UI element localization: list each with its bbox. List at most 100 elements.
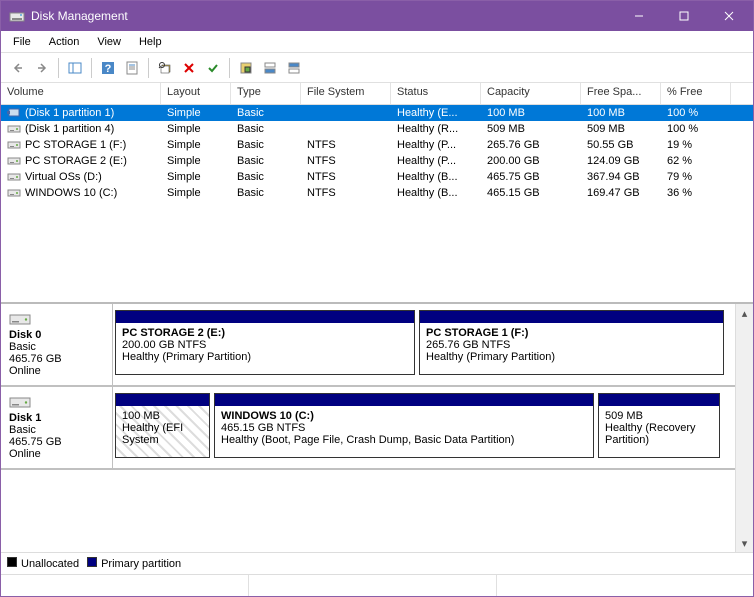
statusbar	[1, 574, 753, 596]
scroll-down-icon[interactable]: ▾	[736, 534, 754, 552]
partition-status: Healthy (Primary Partition)	[426, 351, 717, 363]
menu-file[interactable]: File	[5, 34, 39, 50]
volume-list-pane[interactable]: Volume Layout Type File System Status Ca…	[1, 83, 753, 303]
menu-action[interactable]: Action	[41, 34, 88, 50]
delete-button[interactable]	[178, 57, 200, 79]
volume-free: 100 MB	[581, 107, 661, 119]
volume-layout: Simple	[161, 155, 231, 167]
disk-info[interactable]: Disk 0Basic465.76 GBOnline	[1, 304, 113, 385]
drive-icon	[7, 141, 21, 153]
mark-button[interactable]	[202, 57, 224, 79]
volume-type: Basic	[231, 107, 301, 119]
disk-row: Disk 0Basic465.76 GBOnlinePC STORAGE 2 (…	[1, 304, 735, 387]
volume-row[interactable]: (Disk 1 partition 4)SimpleBasicHealthy (…	[1, 121, 753, 137]
partition-header	[116, 311, 414, 323]
volume-capacity: 509 MB	[481, 123, 581, 135]
partition-size: 465.15 GB NTFS	[221, 422, 587, 434]
partition-size: 509 MB	[605, 410, 713, 422]
col-filesystem[interactable]: File System	[301, 83, 391, 104]
drive-icon	[7, 173, 21, 185]
volume-capacity: 100 MB	[481, 107, 581, 119]
partition-status: Healthy (Recovery Partition)	[605, 422, 713, 446]
col-status[interactable]: Status	[391, 83, 481, 104]
disk-list-button[interactable]	[235, 57, 257, 79]
disk-row: Disk 1Basic465.75 GBOnline100 MBHealthy …	[1, 387, 735, 470]
disk-status: Online	[9, 365, 104, 377]
col-volume[interactable]: Volume	[1, 83, 161, 104]
volume-row[interactable]: (Disk 1 partition 1)SimpleBasicHealthy (…	[1, 105, 753, 121]
partition[interactable]: PC STORAGE 1 (F:)265.76 GB NTFSHealthy (…	[419, 310, 724, 375]
properties-button[interactable]	[121, 57, 143, 79]
volume-row[interactable]: PC STORAGE 1 (F:)SimpleBasicNTFSHealthy …	[1, 137, 753, 153]
volume-name: (Disk 1 partition 1)	[25, 107, 114, 119]
volume-row[interactable]: PC STORAGE 2 (E:)SimpleBasicNTFSHealthy …	[1, 153, 753, 169]
menu-view[interactable]: View	[89, 34, 129, 50]
partition-header	[420, 311, 723, 323]
volume-status: Healthy (E...	[391, 107, 481, 119]
disk-graphic[interactable]: Disk 0Basic465.76 GBOnlinePC STORAGE 2 (…	[1, 304, 735, 552]
volume-status: Healthy (B...	[391, 171, 481, 183]
disk-size: 465.75 GB	[9, 436, 104, 448]
col-layout[interactable]: Layout	[161, 83, 231, 104]
volume-free: 509 MB	[581, 123, 661, 135]
titlebar[interactable]: Disk Management	[1, 1, 753, 31]
partition[interactable]: WINDOWS 10 (C:)465.15 GB NTFSHealthy (Bo…	[214, 393, 594, 458]
volume-free: 169.47 GB	[581, 187, 661, 199]
graphical-top-button[interactable]	[259, 57, 281, 79]
partition-header	[215, 394, 593, 406]
volume-free: 367.94 GB	[581, 171, 661, 183]
legend-swatch-primary	[87, 557, 97, 567]
menu-help[interactable]: Help	[131, 34, 170, 50]
volume-pct: 100 %	[661, 107, 731, 119]
partition[interactable]: PC STORAGE 2 (E:)200.00 GB NTFSHealthy (…	[115, 310, 415, 375]
partition-status: Healthy (Boot, Page File, Crash Dump, Ba…	[221, 434, 587, 446]
volume-row[interactable]: Virtual OSs (D:)SimpleBasicNTFSHealthy (…	[1, 169, 753, 185]
partition[interactable]: 509 MBHealthy (Recovery Partition)	[598, 393, 720, 458]
drive-icon	[7, 189, 21, 201]
disk-partitions: PC STORAGE 2 (E:)200.00 GB NTFSHealthy (…	[113, 304, 735, 385]
minimize-button[interactable]	[616, 1, 661, 31]
volume-layout: Simple	[161, 171, 231, 183]
volume-status: Healthy (P...	[391, 139, 481, 151]
back-button[interactable]	[7, 57, 29, 79]
volume-row[interactable]: WINDOWS 10 (C:)SimpleBasicNTFSHealthy (B…	[1, 185, 753, 201]
scroll-up-icon[interactable]: ▴	[736, 304, 754, 322]
vertical-scrollbar[interactable]: ▴ ▾	[735, 304, 753, 552]
partition-title: WINDOWS 10 (C:)	[221, 410, 587, 422]
disk-status: Online	[9, 448, 104, 460]
volume-capacity: 465.15 GB	[481, 187, 581, 199]
volume-pct: 79 %	[661, 171, 731, 183]
explore-button[interactable]	[154, 57, 176, 79]
forward-button[interactable]	[31, 57, 53, 79]
disk-partitions: 100 MBHealthy (EFI SystemWINDOWS 10 (C:)…	[113, 387, 735, 468]
col-pctfree[interactable]: % Free	[661, 83, 731, 104]
volume-fs: NTFS	[301, 139, 391, 151]
volume-type: Basic	[231, 123, 301, 135]
partition-title: PC STORAGE 1 (F:)	[426, 327, 717, 339]
volume-pct: 62 %	[661, 155, 731, 167]
disk-size: 465.76 GB	[9, 353, 104, 365]
help-button[interactable]: ?	[97, 57, 119, 79]
volume-free: 50.55 GB	[581, 139, 661, 151]
disk-name: Disk 1	[9, 412, 104, 424]
volume-status: Healthy (R...	[391, 123, 481, 135]
maximize-button[interactable]	[661, 1, 706, 31]
volume-type: Basic	[231, 139, 301, 151]
graphical-bottom-button[interactable]	[283, 57, 305, 79]
partition-title: PC STORAGE 2 (E:)	[122, 327, 408, 339]
statusbar-cell	[497, 575, 745, 596]
column-headers: Volume Layout Type File System Status Ca…	[1, 83, 753, 105]
partition-status: Healthy (Primary Partition)	[122, 351, 408, 363]
col-capacity[interactable]: Capacity	[481, 83, 581, 104]
close-button[interactable]	[706, 1, 751, 31]
window-controls	[616, 1, 751, 31]
col-type[interactable]: Type	[231, 83, 301, 104]
volume-pct: 36 %	[661, 187, 731, 199]
col-freespace[interactable]: Free Spa...	[581, 83, 661, 104]
show-hide-console-tree-button[interactable]	[64, 57, 86, 79]
statusbar-cell	[249, 575, 497, 596]
disk-info[interactable]: Disk 1Basic465.75 GBOnline	[1, 387, 113, 468]
toolbar: ?	[1, 53, 753, 83]
drive-icon	[7, 157, 21, 169]
partition[interactable]: 100 MBHealthy (EFI System	[115, 393, 210, 458]
